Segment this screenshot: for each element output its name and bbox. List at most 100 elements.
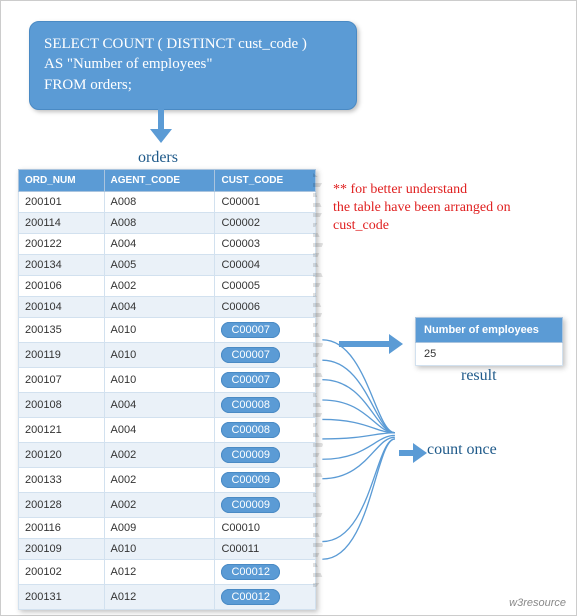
table-row: 200133A002 C00009	[19, 468, 316, 493]
cell-custcode: C00006	[215, 297, 316, 318]
sql-line-2: AS "Number of employees"	[44, 54, 342, 74]
table-row: 200109A010C00011	[19, 539, 316, 560]
cell-ordnum: 200116	[19, 518, 105, 539]
highlight-pill: C00008	[221, 397, 280, 413]
table-row: 200104A004C00006	[19, 297, 316, 318]
cell-agentcode: A012	[104, 585, 215, 610]
cell-agentcode: A008	[104, 192, 215, 213]
annotation-note: ** for better understand the table have …	[333, 181, 553, 236]
cell-custcode: C00010	[215, 518, 316, 539]
cell-agentcode: A004	[104, 234, 215, 255]
arrow-right-to-result-icon	[339, 334, 403, 354]
cell-ordnum: 200122	[19, 234, 105, 255]
cell-agentcode: A010	[104, 368, 215, 393]
cell-ordnum: 200108	[19, 393, 105, 418]
cell-agentcode: A012	[104, 560, 215, 585]
cell-ordnum: 200104	[19, 297, 105, 318]
cell-custcode: C00008	[215, 418, 316, 443]
highlight-pill: C00007	[221, 372, 280, 388]
table-row: 200122A004C00003	[19, 234, 316, 255]
sql-query-box: SELECT COUNT ( DISTINCT cust_code ) AS "…	[29, 21, 357, 110]
cell-custcode: C00005	[215, 276, 316, 297]
cell-agentcode: A010	[104, 318, 215, 343]
cell-ordnum: 200133	[19, 468, 105, 493]
result-table: Number of employees 25	[415, 317, 563, 366]
cell-custcode: C00012	[215, 560, 316, 585]
cell-ordnum: 200107	[19, 368, 105, 393]
cell-custcode: C00004	[215, 255, 316, 276]
cell-agentcode: A004	[104, 297, 215, 318]
cell-custcode: C00003	[215, 234, 316, 255]
cell-ordnum: 200102	[19, 560, 105, 585]
note-line-1: ** for better understand	[333, 181, 553, 199]
highlight-pill: C00009	[221, 447, 280, 463]
cell-agentcode: A002	[104, 468, 215, 493]
cell-agentcode: A008	[104, 213, 215, 234]
cell-agentcode: A010	[104, 343, 215, 368]
table-row: 200119A010 C00007	[19, 343, 316, 368]
cell-ordnum: 200101	[19, 192, 105, 213]
cell-agentcode: A009	[104, 518, 215, 539]
footer-credit: w3resource	[509, 597, 566, 609]
cell-agentcode: A005	[104, 255, 215, 276]
cell-agentcode: A004	[104, 393, 215, 418]
cell-agentcode: A010	[104, 539, 215, 560]
cell-custcode: C00008	[215, 393, 316, 418]
cell-custcode: C00011	[215, 539, 316, 560]
orders-table-label: orders	[138, 149, 178, 167]
cell-ordnum: 200135	[19, 318, 105, 343]
result-header: Number of employees	[416, 318, 563, 343]
cell-ordnum: 200114	[19, 213, 105, 234]
cell-agentcode: A002	[104, 443, 215, 468]
result-value: 25	[416, 343, 563, 366]
highlight-pill: C00012	[221, 564, 280, 580]
note-line-3: cust_code	[333, 217, 553, 235]
sql-line-1: SELECT COUNT ( DISTINCT cust_code )	[44, 34, 342, 54]
table-row: 200121A004C00008	[19, 418, 316, 443]
highlight-pill: C00009	[221, 472, 280, 488]
cell-custcode: C00009	[215, 443, 316, 468]
orders-table: ORD_NUM AGENT_CODE CUST_CODE 200101A008C…	[18, 169, 316, 610]
orders-header-custcode: CUST_CODE	[215, 170, 316, 192]
cell-ordnum: 200121	[19, 418, 105, 443]
arrow-right-count-icon	[399, 443, 427, 463]
table-row: 200116A009C00010	[19, 518, 316, 539]
highlight-pill: C00009	[221, 497, 280, 513]
cell-agentcode: A004	[104, 418, 215, 443]
cell-ordnum: 200134	[19, 255, 105, 276]
table-row: 200135A010 C00007	[19, 318, 316, 343]
cell-ordnum: 200128	[19, 493, 105, 518]
orders-header-agentcode: AGENT_CODE	[104, 170, 215, 192]
count-once-label: count once	[427, 441, 497, 459]
highlight-pill: C00007	[221, 322, 280, 338]
cell-custcode: C00009	[215, 468, 316, 493]
table-row: 200128A002 C00009	[19, 493, 316, 518]
cell-ordnum: 200120	[19, 443, 105, 468]
table-row: 200114A008C00002	[19, 213, 316, 234]
table-row: 200102A012 C00012	[19, 560, 316, 585]
cell-custcode: C00002	[215, 213, 316, 234]
cell-custcode: C00007	[215, 318, 316, 343]
highlight-pill: C00007	[221, 347, 280, 363]
result-label: result	[461, 367, 497, 385]
table-row: 200106A002C00005	[19, 276, 316, 297]
orders-header-row: ORD_NUM AGENT_CODE CUST_CODE	[19, 170, 316, 192]
cell-custcode: C00001	[215, 192, 316, 213]
table-row: 200101A008C00001	[19, 192, 316, 213]
orders-header-ordnum: ORD_NUM	[19, 170, 105, 192]
cell-custcode: C00012	[215, 585, 316, 610]
table-row: 200134A005C00004	[19, 255, 316, 276]
torn-paper-edge-icon	[313, 173, 323, 591]
table-row: 200120A002 C00009	[19, 443, 316, 468]
cell-ordnum: 200106	[19, 276, 105, 297]
sql-line-3: FROM orders;	[44, 75, 342, 95]
cell-agentcode: A002	[104, 493, 215, 518]
cell-ordnum: 200109	[19, 539, 105, 560]
table-row: 200107A010 C00007	[19, 368, 316, 393]
cell-custcode: C00007	[215, 368, 316, 393]
cell-agentcode: A002	[104, 276, 215, 297]
table-row: 200108A004 C00008	[19, 393, 316, 418]
table-row: 200131A012C00012	[19, 585, 316, 610]
cell-ordnum: 200119	[19, 343, 105, 368]
highlight-pill: C00012	[221, 589, 280, 605]
